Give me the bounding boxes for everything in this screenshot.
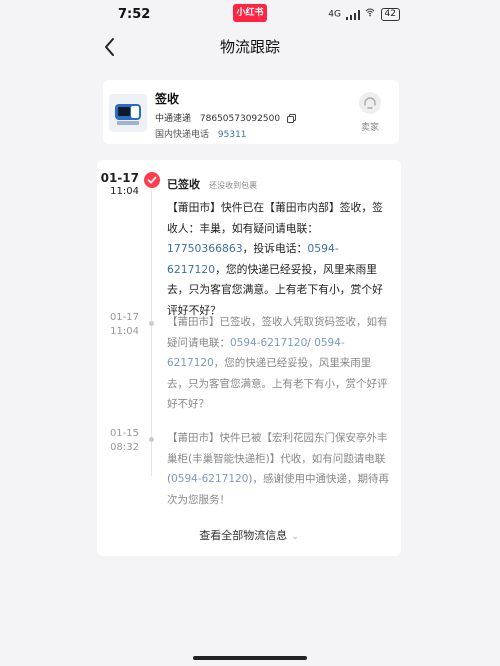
not-received-link[interactable]: 还没收到包裹: [209, 181, 257, 190]
event-time: 08:32: [110, 442, 139, 453]
event-status: 已签收: [167, 178, 200, 191]
tracking-timeline-card: 01-17 11:04 已签收 还没收到包裹 【莆田市】快件已在【莆田市内部】签…: [97, 160, 401, 556]
phone-link[interactable]: 0594-6217120: [230, 337, 307, 349]
contact-seller-button[interactable]: 卖家: [355, 92, 385, 133]
phone-link[interactable]: 0594-6217120: [171, 473, 248, 485]
phone-link[interactable]: 17750366863: [167, 242, 243, 255]
event-datetime: 01-15 08:32: [89, 428, 139, 454]
event-time: 11:04: [110, 326, 139, 337]
carrier-phone-link[interactable]: 95311: [218, 130, 247, 140]
copy-icon[interactable]: [286, 114, 296, 123]
event-text: ，投诉电话：: [242, 242, 308, 255]
event-date: 01-17: [109, 312, 139, 323]
event-date: 01-17: [100, 171, 139, 185]
carrier-row: 中通速递 78650573092500: [155, 111, 296, 124]
delivered-check-icon: [144, 172, 160, 188]
product-thumbnail[interactable]: [109, 94, 147, 132]
event-description: 【莆田市】快件已被【宏利花园东门保安亭外丰巢柜(丰巢智能快递柜)】代收，如有问题…: [167, 428, 389, 510]
event-header: 已签收 还没收到包裹: [167, 173, 257, 192]
event-time: 11:04: [110, 186, 139, 197]
status-time: 7:52: [118, 7, 151, 22]
event-datetime: 01-17 11:04: [89, 312, 139, 338]
status-icons: 4G 42: [328, 7, 400, 21]
carrier-name: 中通速递: [155, 114, 192, 124]
carrier-phone-label: 国内快递电话: [155, 130, 210, 140]
event-description: 【莆田市】已签收，签收人凭取货码签收，如有疑问请电联：0594-6217120/…: [167, 312, 389, 415]
carrier-phone-row: 国内快递电话 95311: [155, 127, 247, 140]
app-brand-badge: 小红书: [233, 4, 267, 22]
status-bar: 7:52 小红书 4G 42: [0, 0, 500, 28]
chevron-down-icon: ⌄: [291, 532, 299, 542]
timeline-dot: [149, 437, 154, 442]
battery-icon: 42: [380, 8, 400, 21]
event-datetime: 01-17 11:04: [89, 172, 139, 198]
package-card: 签收 中通速递 78650573092500 国内快递电话 95311 卖家: [103, 80, 399, 144]
page-title: 物流跟踪: [219, 38, 280, 56]
tracking-number: 78650573092500: [199, 114, 281, 124]
view-all-logistics-button[interactable]: 查看全部物流信息 ⌄: [97, 527, 401, 543]
wifi-icon: [365, 8, 375, 17]
package-status: 签收: [155, 92, 180, 106]
nav-bar: 物流跟踪: [0, 28, 500, 66]
home-indicator: [193, 656, 307, 660]
event-date: 01-15: [109, 428, 139, 439]
signal-icon: [345, 9, 360, 20]
view-all-label: 查看全部物流信息: [199, 529, 288, 542]
seller-chat-icon: [359, 92, 381, 114]
event-text: 【莆田市】快件已在【莆田市内部】签收，签收人：丰巢，如有疑问请电联：: [167, 201, 383, 235]
timeline-line: [151, 190, 152, 476]
seller-label: 卖家: [360, 123, 379, 133]
event-description: 【莆田市】快件已在【莆田市内部】签收，签收人：丰巢，如有疑问请电联： 177503…: [167, 198, 389, 321]
timeline-dot: [149, 321, 154, 326]
network-type: 4G: [328, 9, 341, 20]
